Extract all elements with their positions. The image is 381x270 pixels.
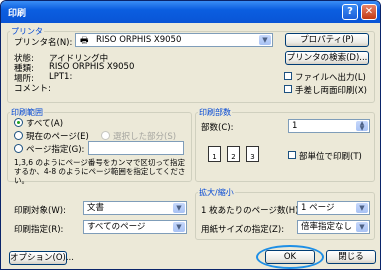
print-pages-value: すべてのページ — [87, 222, 146, 232]
print-to-file-checkbox[interactable] — [284, 72, 292, 80]
help-button[interactable]: ? — [342, 4, 358, 20]
printer-icon: 🖶 — [80, 36, 89, 46]
pages-per-sheet-select[interactable]: 1 ページ ▼ — [297, 201, 370, 215]
chevron-down-icon: ▼ — [356, 222, 368, 232]
location-value: LPT1: — [49, 72, 73, 82]
pages-per-sheet-value: 1 ページ — [301, 203, 335, 213]
manual-duplex-checkbox[interactable] — [284, 85, 292, 93]
close-button[interactable]: 閉じる — [326, 250, 376, 264]
print-what-select[interactable]: 文書 ▼ — [83, 201, 187, 215]
copies-count-input[interactable]: 1 ▲ ▼ — [288, 119, 370, 133]
window-title: 印刷 — [8, 9, 27, 19]
title-bar: 印刷 ? ✕ — [1, 1, 380, 23]
page-stack-icon-1: 1 — [208, 146, 221, 162]
ok-button[interactable]: OK — [265, 250, 315, 264]
scale-label: 用紙サイズの指定(Z): — [201, 225, 285, 235]
chevron-down-icon: ▼ — [173, 222, 185, 232]
scale-select[interactable]: 倍率指定なし ▼ — [297, 220, 370, 234]
printer-name-value: RISO ORPHIS X9050 — [96, 35, 182, 45]
spinner-icon[interactable]: ▲ ▼ — [356, 121, 368, 132]
copies-group-label: 印刷部数 — [198, 107, 232, 118]
chevron-down-icon: ▼ — [173, 203, 185, 213]
selection-radio — [101, 131, 110, 140]
print-what-value: 文書 — [87, 203, 105, 213]
printer-name-label: プリンタ名(N): — [14, 38, 73, 48]
close-window-button[interactable]: ✕ — [361, 4, 377, 20]
print-dialog: 印刷 ? ✕ プリンタ プリンタ名(N): 🖶 RISO ORPHIS X905… — [0, 0, 381, 270]
copies-count-label: 部数(C): — [201, 123, 234, 133]
collate-checkbox[interactable] — [288, 151, 296, 159]
all-pages-radio[interactable] — [14, 118, 23, 127]
pages-per-sheet-label: 1 枚あたりのページ数(H): — [201, 206, 302, 216]
print-pages-select[interactable]: すべてのページ ▼ — [83, 220, 187, 234]
page-range-hint: 1,3,6 のようにページ番号をカンマで区切って指定するか、4-8 のようにペー… — [14, 158, 186, 185]
page-stack-icon-3: 3 — [246, 146, 259, 162]
find-printer-button[interactable]: プリンタの検索(D)... — [285, 51, 369, 65]
collate-label: 部単位で印刷(T) — [299, 152, 362, 162]
type-value: RISO ORPHIS X9050 — [49, 62, 135, 72]
print-pages-label: 印刷指定(R): — [14, 225, 64, 235]
all-pages-label: すべて(A) — [26, 119, 64, 129]
copies-count-value: 1 — [292, 121, 298, 131]
page-stack-icon-2: 2 — [227, 146, 240, 162]
scale-value: 倍率指定なし — [301, 222, 353, 232]
printer-name-select[interactable]: 🖶 RISO ORPHIS X9050 ▼ — [75, 33, 273, 47]
current-page-radio[interactable] — [14, 131, 23, 140]
page-numbers-radio[interactable] — [14, 144, 23, 153]
manual-duplex-label: 手差し両面印刷(X) — [295, 86, 367, 96]
print-what-label: 印刷対象(W): — [14, 206, 66, 216]
page-numbers-input[interactable] — [88, 141, 184, 155]
print-to-file-label: ファイルへ出力(L) — [295, 73, 366, 83]
chevron-down-icon: ▼ — [356, 203, 368, 213]
current-page-label: 現在のページ(E) — [26, 132, 89, 142]
page-numbers-label: ページ指定(G): — [26, 145, 85, 155]
zoom-group-label: 拡大/縮小 — [198, 187, 235, 198]
options-button[interactable]: オプション(O)... — [9, 251, 74, 265]
chevron-down-icon: ▼ — [259, 35, 271, 45]
properties-button[interactable]: プロパティ(P) — [285, 33, 369, 47]
comment-label: コメント: — [14, 84, 51, 94]
